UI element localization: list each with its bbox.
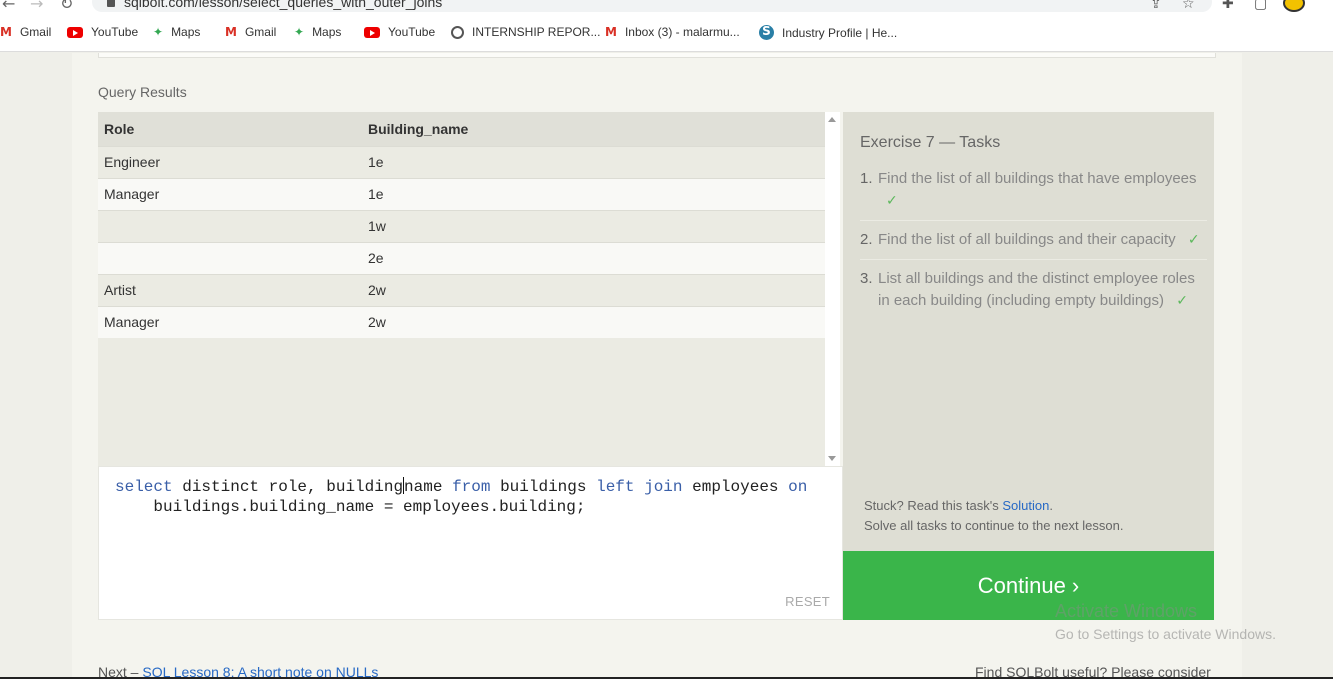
table-row: Manager 2w [98, 305, 825, 338]
table-row: 2e [98, 241, 825, 274]
bookmark-maps[interactable]: ✦ Maps [294, 25, 341, 39]
results-scrollbar[interactable] [825, 112, 840, 466]
bookmark-internship[interactable]: INTERNSHIP REPOR... [451, 25, 600, 39]
gmail-icon: M [605, 25, 617, 39]
building-cell: 2e [362, 241, 825, 274]
extensions-icon[interactable]: ✚ [1222, 0, 1234, 12]
bookmark-label: Industry Profile | He... [782, 25, 898, 40]
table-row: Artist 2w [98, 273, 825, 306]
building-cell: 1w [362, 209, 825, 242]
table-row: Engineer 1e [98, 145, 825, 178]
lock-icon [107, 0, 115, 7]
bookmark-inbox[interactable]: M Inbox (3) - malarmu... [605, 25, 740, 39]
url-text: sqlbolt.com/lesson/select_queries_with_o… [124, 0, 443, 10]
role-cell: Artist [98, 273, 362, 306]
bookmark-industry[interactable]: S Industry Profile | He... [759, 25, 897, 40]
stuck-text: Stuck? Read this task's [864, 498, 1003, 513]
task-number: 2. [860, 231, 873, 248]
table-row: Manager 1e [98, 177, 825, 210]
sql-editor[interactable]: select distinct role, buildingname from … [98, 466, 843, 620]
role-cell: Engineer [98, 145, 362, 178]
query-results-panel: Role Building_name Engineer 1e Manager 1… [98, 112, 840, 466]
sql-keyword: select [115, 478, 173, 496]
sql-keyword: left join [596, 478, 683, 496]
bookmark-label: Inbox (3) - malarmu... [624, 25, 740, 39]
tasks-panel: Exercise 7 — Tasks 1. Find the list of a… [843, 112, 1214, 551]
table-row: 1w [98, 209, 825, 242]
bookmark-maps[interactable]: ✦ Maps [153, 25, 200, 39]
query-results-title: Query Results [98, 84, 187, 100]
solution-link[interactable]: Solution [1002, 498, 1049, 513]
globe-icon [451, 25, 464, 39]
sql-code[interactable]: select distinct role, buildingname from … [115, 477, 815, 517]
column-header-building-name: Building_name [362, 112, 825, 146]
tasks-title: Exercise 7 — Tasks [860, 134, 1001, 151]
star-icon[interactable]: ☆ [1182, 0, 1195, 12]
bookmark-gmail[interactable]: M Gmail [225, 25, 276, 39]
sql-keyword: on [788, 478, 808, 496]
bookmark-label: Maps [312, 25, 342, 39]
checkmark-icon: ✓ [1187, 232, 1200, 248]
bookmark-label: YouTube [388, 25, 436, 39]
task-item: 1. Find the list of all buildings that h… [860, 168, 1207, 221]
building-cell: 2w [362, 273, 825, 306]
scroll-down-icon[interactable] [828, 456, 836, 461]
previous-table-edge [98, 53, 1216, 58]
browser-toolbar: ← → ↻ sqlbolt.com/lesson/select_queries_… [0, 0, 1333, 14]
activate-windows-subtext: Go to Settings to activate Windows. [1055, 626, 1276, 642]
reload-icon[interactable]: ↻ [60, 0, 73, 13]
reset-button[interactable]: RESET [785, 594, 830, 609]
industry-icon: S [759, 25, 774, 40]
text-cursor [403, 477, 405, 494]
stuck-end: . [1049, 498, 1053, 513]
youtube-icon [364, 26, 380, 38]
task-item: 2. Find the list of all buildings and th… [860, 229, 1207, 260]
bookmark-label: INTERNSHIP REPOR... [472, 25, 601, 39]
bookmark-label: Gmail [244, 25, 277, 39]
youtube-icon [67, 26, 83, 38]
role-cell: Manager [98, 177, 362, 210]
task-item: 3. List all buildings and the distinct e… [860, 268, 1207, 320]
task-text: List all buildings and the distinct empl… [878, 270, 1195, 309]
building-cell: 1e [362, 145, 825, 178]
building-cell: 2w [362, 305, 825, 338]
bookmark-label: Gmail [19, 25, 52, 39]
bookmark-gmail[interactable]: M Gmail [0, 25, 51, 39]
sidepanel-icon[interactable]: ▢ [1254, 0, 1267, 12]
bookmark-label: YouTube [91, 25, 139, 39]
bookmark-youtube[interactable]: YouTube [67, 25, 138, 39]
column-header-role: Role [98, 112, 362, 146]
scroll-up-icon[interactable] [828, 117, 836, 122]
checkmark-icon: ✓ [886, 193, 898, 209]
checkmark-icon: ✓ [1176, 293, 1188, 309]
bookmark-youtube[interactable]: YouTube [364, 25, 435, 39]
bookmark-label: Maps [171, 25, 201, 39]
role-cell: Manager [98, 305, 362, 338]
address-bar[interactable]: sqlbolt.com/lesson/select_queries_with_o… [92, 0, 1212, 12]
forward-icon[interactable]: → [30, 0, 43, 13]
task-text: Find the list of all buildings that have… [878, 170, 1197, 187]
maps-icon: ✦ [153, 25, 164, 39]
bookmarks-bar: M Gmail YouTube ✦ Maps M Gmail ✦ Maps Yo… [0, 14, 1333, 52]
task-number: 3. [860, 270, 873, 287]
gmail-icon: M [225, 25, 237, 39]
task-list: 1. Find the list of all buildings that h… [860, 168, 1207, 328]
back-icon[interactable]: ← [2, 0, 15, 13]
maps-icon: ✦ [294, 25, 305, 39]
task-number: 1. [860, 170, 873, 187]
role-cell [98, 241, 362, 274]
role-cell [98, 209, 362, 242]
sql-keyword: from [452, 478, 491, 496]
results-table: Role Building_name Engineer 1e Manager 1… [98, 112, 825, 338]
solve-hint: Solve all tasks to continue to the next … [864, 518, 1124, 533]
stuck-hint: Stuck? Read this task's Solution. [864, 498, 1053, 513]
activate-windows-watermark: Activate Windows [1055, 601, 1198, 621]
gmail-icon: M [0, 25, 12, 39]
share-icon[interactable]: ⇪ [1150, 0, 1162, 12]
profile-avatar[interactable] [1283, 0, 1305, 12]
task-text: Find the list of all buildings and their… [878, 231, 1176, 248]
building-cell: 1e [362, 177, 825, 210]
